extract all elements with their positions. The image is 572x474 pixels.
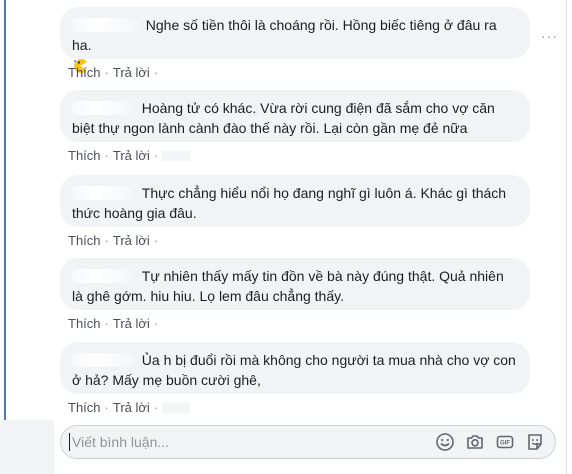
separator-dot: ·	[153, 400, 159, 415]
separator-dot: ·	[104, 316, 109, 331]
comment-text: Hoàng tử có khác. Vừa rời cung điện đã s…	[72, 100, 495, 136]
bottom-corner	[0, 420, 54, 474]
author-name-redacted[interactable]	[72, 101, 134, 115]
separator-dot: ·	[153, 233, 159, 248]
author-name-redacted[interactable]	[72, 18, 138, 32]
gif-icon[interactable]: GIF	[495, 432, 515, 452]
comment-item: Thực chẳng hiểu nổi họ đang nghĩ gì luôn…	[60, 175, 530, 249]
reply-link[interactable]: Trả lời	[113, 400, 150, 415]
comment-item: Nghe số tiền thôi là choáng rồi. Hồng bi…	[60, 7, 530, 81]
comment-actions: Thích · Trả lời ·	[60, 65, 530, 81]
comment-actions: Thích · Trả lời ·	[60, 148, 530, 164]
camera-icon[interactable]	[465, 432, 485, 452]
comment-bubble: Hoàng tử có khác. Vừa rời cung điện đã s…	[60, 90, 530, 142]
emoji-icon[interactable]	[435, 432, 455, 452]
timestamp-redacted	[162, 403, 191, 413]
separator-dot: ·	[153, 316, 159, 331]
like-link[interactable]: Thích	[68, 400, 101, 415]
reply-link[interactable]: Trả lời	[113, 148, 150, 163]
comment-item: Tự nhiên thấy mấy tin đồn về bà này đúng…	[60, 258, 530, 332]
author-name-redacted[interactable]	[72, 186, 134, 200]
text-caret	[69, 433, 70, 451]
like-link[interactable]: Thích	[68, 148, 101, 163]
separator-dot: ·	[153, 148, 159, 163]
comment-item: Ủa h bị đuổi rồi mà không cho người ta m…	[60, 342, 530, 416]
like-link[interactable]: Thích	[68, 316, 101, 331]
comment-text: Thực chẳng hiểu nổi họ đang nghĩ gì luôn…	[72, 185, 507, 221]
comment-text: Ủa h bị đuổi rồi mà không cho người ta m…	[72, 352, 516, 388]
reply-link[interactable]: Trả lời	[113, 233, 150, 248]
separator-dot: ·	[153, 65, 159, 80]
comment-bubble: Ủa h bị đuổi rồi mà không cho người ta m…	[60, 342, 530, 394]
like-link[interactable]: Thích	[68, 233, 101, 248]
reply-link[interactable]: Trả lời	[113, 65, 150, 80]
comment-text: Tự nhiên thấy mấy tin đồn về bà này đúng…	[72, 268, 504, 304]
comment-composer[interactable]: Viết bình luận... GIF	[60, 425, 556, 459]
composer-tools: GIF	[435, 432, 545, 452]
comment-input-placeholder[interactable]: Viết bình luận...	[72, 434, 169, 450]
right-border	[566, 0, 567, 474]
more-options-icon[interactable]: ···	[541, 28, 558, 44]
separator-dot: ·	[104, 400, 109, 415]
author-name-redacted[interactable]	[72, 269, 134, 283]
comment-actions: Thích · Trả lời ·	[60, 400, 530, 416]
like-link[interactable]: Thích	[68, 65, 101, 80]
author-name-redacted[interactable]	[72, 353, 134, 367]
svg-text:GIF: GIF	[500, 441, 510, 447]
comment-bubble: Tự nhiên thấy mấy tin đồn về bà này đúng…	[60, 258, 530, 310]
timestamp-redacted	[162, 151, 191, 161]
left-border	[4, 0, 6, 420]
reply-link[interactable]: Trả lời	[113, 316, 150, 331]
comment-actions: Thích · Trả lời ·	[60, 233, 530, 249]
separator-dot: ·	[104, 233, 109, 248]
separator-dot: ·	[104, 65, 109, 80]
comment-item: Hoàng tử có khác. Vừa rời cung điện đã s…	[60, 90, 530, 164]
comment-bubble: Thực chẳng hiểu nổi họ đang nghĩ gì luôn…	[60, 175, 530, 227]
separator-dot: ·	[104, 148, 109, 163]
sticker-icon[interactable]	[525, 432, 545, 452]
comment-actions: Thích · Trả lời ·	[60, 316, 530, 332]
comment-bubble: Nghe số tiền thôi là choáng rồi. Hồng bi…	[60, 7, 530, 73]
